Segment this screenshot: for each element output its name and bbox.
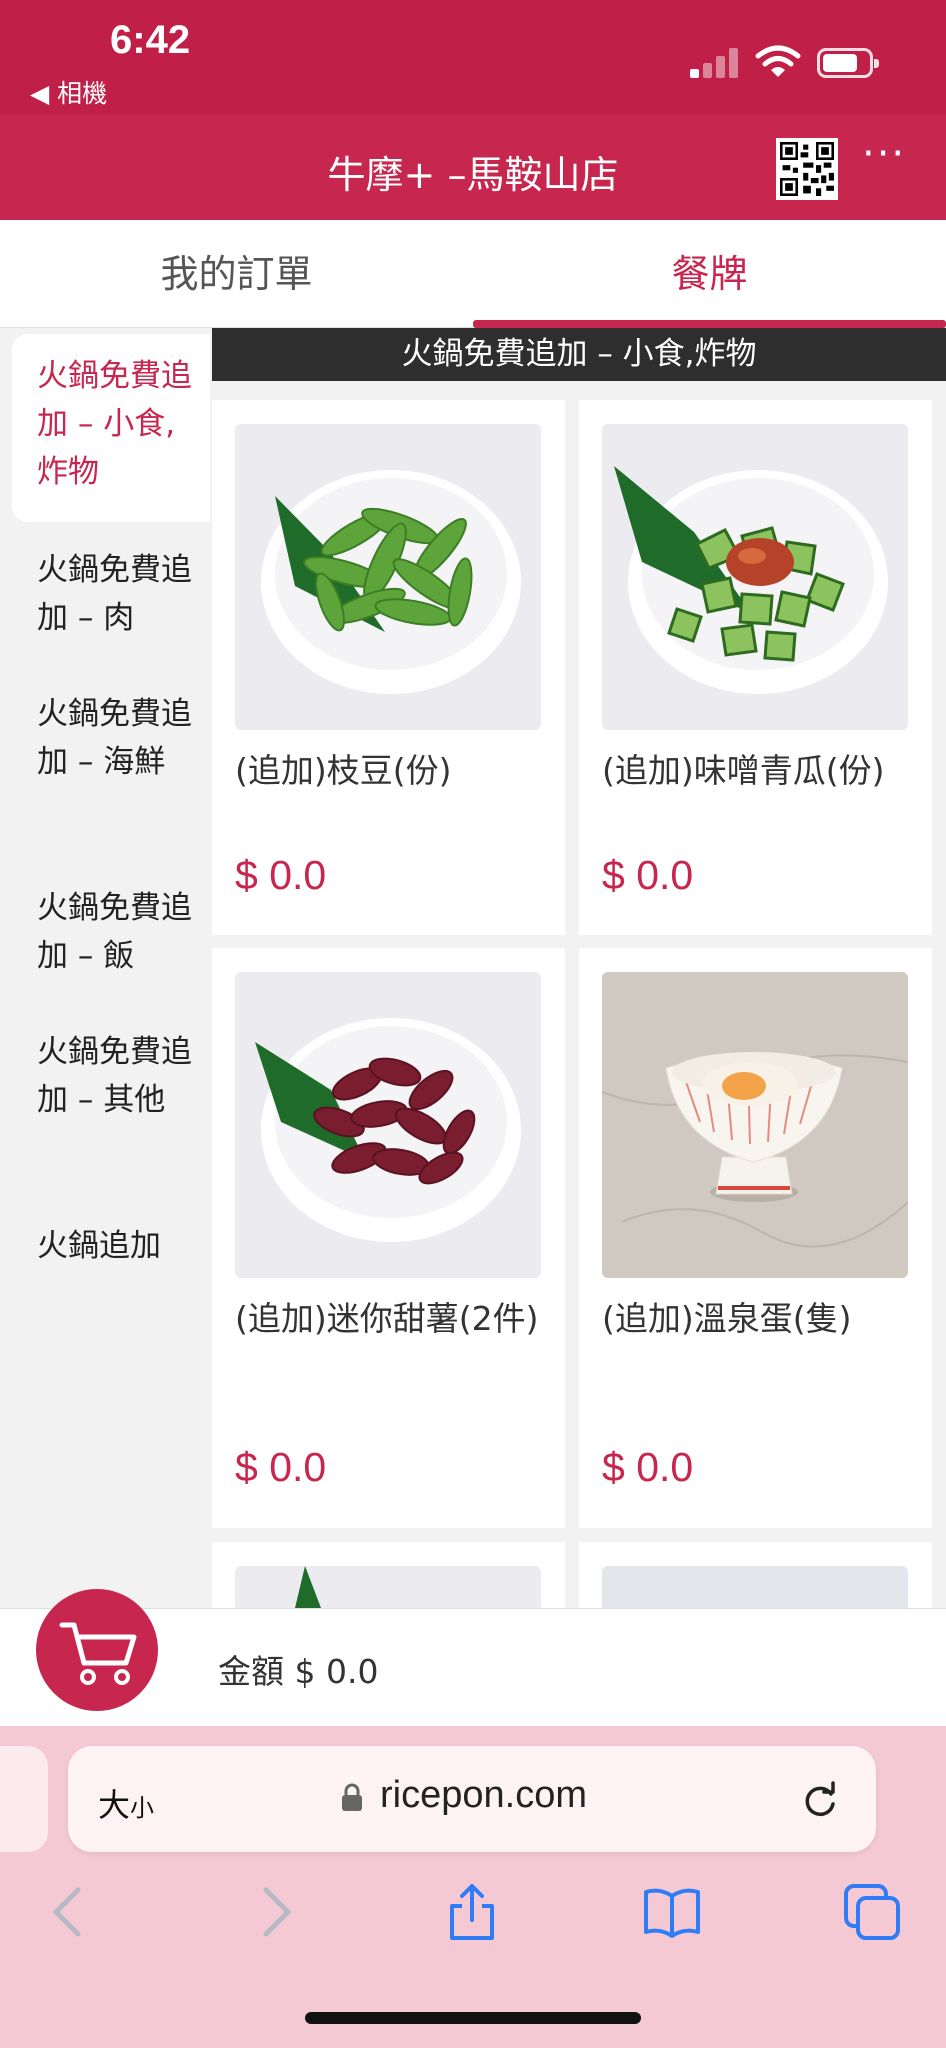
- product-card[interactable]: (追加)溫泉蛋(隻) $ 0.0: [579, 948, 932, 1528]
- tab-menu[interactable]: 餐牌: [473, 220, 946, 328]
- sidebar-item-others[interactable]: 火鍋免費追加 – 其他: [37, 1028, 197, 1124]
- product-name: (追加)味噌青瓜(份): [602, 751, 885, 790]
- product-card[interactable]: (追加)迷你甜薯(2件) $ 0.0: [212, 948, 565, 1528]
- product-price: $ 0.0: [602, 1444, 694, 1490]
- product-card[interactable]: (追加)味噌青瓜(份) $ 0.0: [579, 400, 932, 935]
- product-image: [602, 1566, 908, 1608]
- sidebar-item-snacks[interactable]: 火鍋免費追加 – 小食,炸物: [37, 352, 197, 496]
- status-bar: 6:42 ◀ 相機: [0, 0, 946, 114]
- sweet-potato-image: [235, 972, 541, 1278]
- status-time: 6:42: [110, 18, 191, 62]
- lock-icon: [342, 1783, 362, 1811]
- cellular-signal-icon: [690, 48, 738, 78]
- reload-icon[interactable]: [800, 1780, 840, 1820]
- cart-bar: 金額 $ 0.0: [0, 1589, 946, 1726]
- active-tab-indicator: [473, 320, 946, 328]
- cart-button[interactable]: [36, 1589, 158, 1711]
- text-size-big: 大: [98, 1786, 131, 1824]
- tabs-icon[interactable]: [842, 1882, 902, 1942]
- battery-icon: [817, 48, 879, 78]
- sidebar-item-hotpot-extra[interactable]: 火鍋追加: [37, 1222, 197, 1270]
- product-image: [235, 1566, 541, 1608]
- previous-tab-preview[interactable]: [0, 1746, 48, 1852]
- product-name: (追加)溫泉蛋(隻): [602, 1299, 852, 1338]
- text-size-small: 小: [130, 1794, 155, 1822]
- product-card[interactable]: (追加)枝豆(份) $ 0.0: [212, 400, 565, 935]
- product-price: $ 0.0: [235, 1444, 327, 1490]
- product-name: (追加)枝豆(份): [235, 751, 452, 790]
- sidebar-item-meat[interactable]: 火鍋免費追加 – 肉: [37, 546, 197, 642]
- text-size-button[interactable]: 大小: [98, 1780, 154, 1826]
- edamame-image: [235, 424, 541, 730]
- sidebar-item-rice[interactable]: 火鍋免費追加 – 飯: [37, 884, 197, 980]
- cart-total: 金額 $ 0.0: [218, 1652, 379, 1691]
- product-name: (追加)迷你甜薯(2件): [235, 1299, 539, 1338]
- onsen-egg-image: [602, 972, 908, 1278]
- product-price: $ 0.0: [235, 852, 327, 898]
- back-to-camera-link[interactable]: ◀ 相機: [30, 74, 107, 110]
- tab-my-orders[interactable]: 我的訂單: [0, 220, 473, 328]
- miso-cucumber-image: [602, 424, 908, 730]
- more-options-icon[interactable]: ···: [862, 134, 910, 184]
- url-text: ricepon.com: [380, 1774, 587, 1816]
- sidebar-item-seafood[interactable]: 火鍋免費追加 – 海鮮: [37, 690, 197, 786]
- address-bar[interactable]: 大小 ricepon.com: [68, 1746, 876, 1852]
- section-title: 火鍋免費追加 – 小食,炸物: [212, 328, 946, 381]
- product-card[interactable]: [212, 1542, 565, 1608]
- forward-arrow-icon[interactable]: [244, 1882, 304, 1942]
- app-header: 牛摩+ –馬鞍山店 ···: [0, 114, 946, 220]
- tab-bar: 我的訂單 餐牌: [0, 220, 946, 328]
- browser-toolbar: 大小 ricepon.com: [0, 1726, 946, 2048]
- product-price: $ 0.0: [602, 852, 694, 898]
- product-card[interactable]: [579, 1542, 932, 1608]
- home-indicator[interactable]: [305, 2012, 641, 2024]
- category-sidebar: 火鍋免費追加 – 小食,炸物 火鍋免費追加 – 肉 火鍋免費追加 – 海鮮 火鍋…: [0, 328, 210, 1608]
- share-icon[interactable]: [442, 1882, 502, 1942]
- qr-code-icon[interactable]: [776, 138, 838, 200]
- wifi-icon: [755, 45, 801, 77]
- cart-icon: [59, 1622, 137, 1685]
- back-arrow-icon[interactable]: [40, 1882, 100, 1942]
- bookmarks-icon[interactable]: [642, 1882, 702, 1942]
